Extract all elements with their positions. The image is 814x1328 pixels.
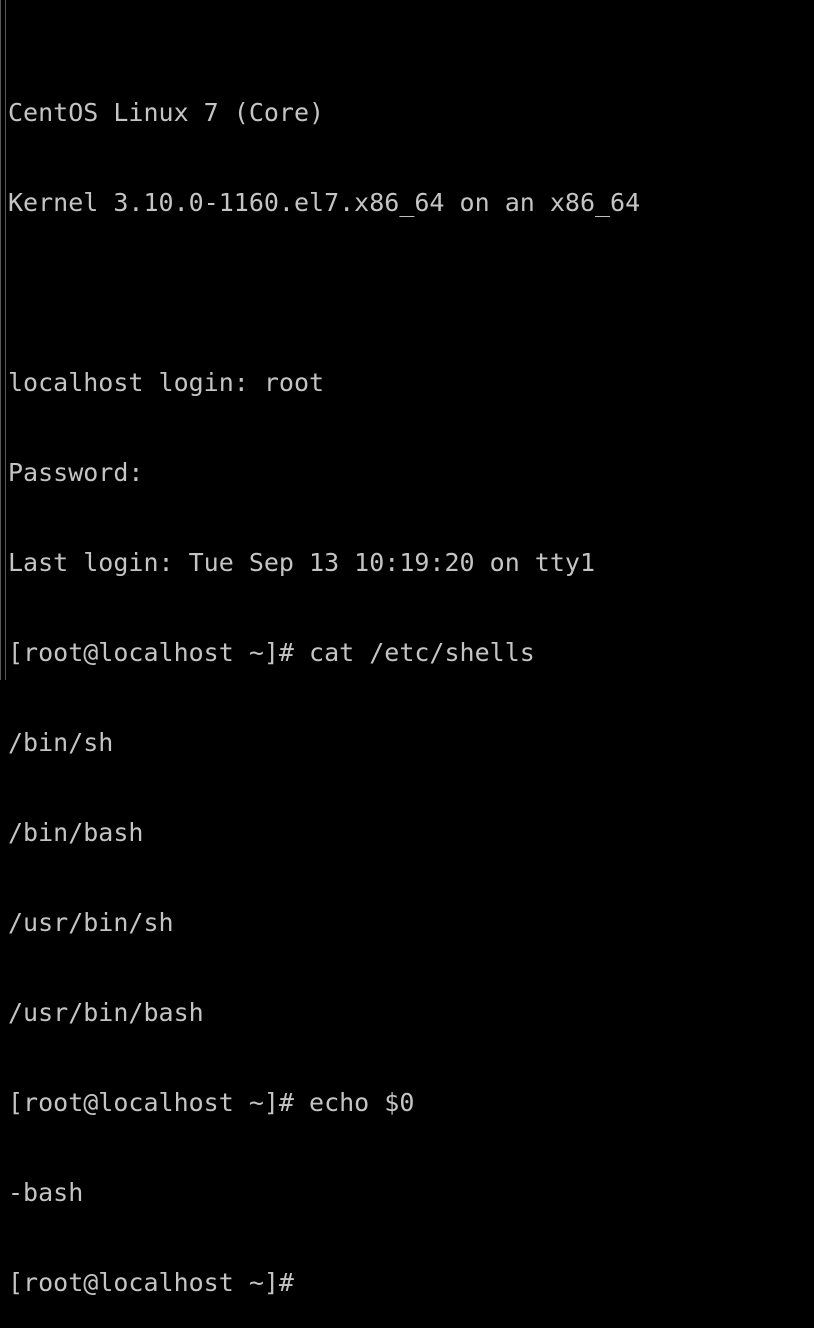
os-banner-line: CentOS Linux 7 (Core) [8, 98, 325, 127]
output-line: /bin/sh [8, 728, 114, 757]
terminal-console[interactable]: CentOS Linux 7 (Core) Kernel 3.10.0-1160… [8, 38, 640, 1328]
command-line: [root@localhost ~]# cat /etc/shells [8, 638, 535, 667]
window-left-border [0, 0, 6, 680]
last-login-line: Last login: Tue Sep 13 10:19:20 on tty1 [8, 548, 595, 577]
shell-prompt[interactable]: [root@localhost ~]# [8, 1268, 640, 1298]
password-line: Password: [8, 458, 144, 487]
output-line: /bin/bash [8, 818, 144, 847]
output-line: /usr/bin/sh [8, 908, 174, 937]
output-line: -bash [8, 1178, 84, 1207]
command-line: [root@localhost ~]# echo $0 [8, 1088, 415, 1117]
login-line: localhost login: root [8, 368, 325, 397]
output-line: /usr/bin/bash [8, 998, 204, 1027]
kernel-line: Kernel 3.10.0-1160.el7.x86_64 on an x86_… [8, 188, 641, 217]
